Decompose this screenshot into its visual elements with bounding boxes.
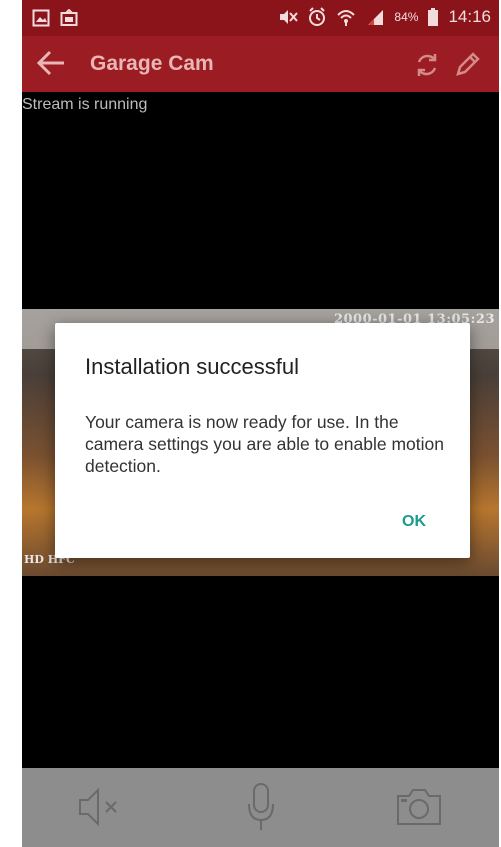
camera-icon[interactable] <box>395 786 443 828</box>
microphone-icon[interactable] <box>246 782 276 832</box>
status-left <box>32 9 78 27</box>
back-arrow-icon[interactable] <box>36 50 66 76</box>
clock: 14:16 <box>448 7 491 26</box>
battery-percent: 84% <box>394 10 419 24</box>
speaker-mute-icon[interactable] <box>76 786 124 828</box>
dialog-message: Your camera is now ready for use. In the… <box>85 412 444 476</box>
edit-pencil-icon[interactable] <box>453 51 481 79</box>
phone-screen: 84% 14:16 Garage Cam Stream is running 2… <box>22 0 499 847</box>
status-bar: 84% 14:16 <box>22 0 499 36</box>
app-bar: Garage Cam <box>22 36 499 92</box>
refresh-icon[interactable] <box>413 51 441 79</box>
alarm-icon <box>309 7 326 26</box>
status-right: 84% 14:16 <box>278 7 491 27</box>
mute-icon <box>280 10 299 24</box>
dialog-title: Installation successful <box>85 354 299 379</box>
signal-icon <box>368 10 384 25</box>
page-title: Garage Cam <box>90 52 214 75</box>
cast-icon <box>60 9 78 26</box>
battery-icon <box>428 8 439 26</box>
gallery-icon <box>32 9 50 27</box>
installation-dialog: Installation successful Your camera is n… <box>55 323 470 558</box>
controls-bar <box>22 768 499 847</box>
ok-button[interactable]: OK <box>402 513 426 531</box>
stream-status-text: Stream is running <box>22 96 148 113</box>
wifi-icon <box>337 10 356 26</box>
